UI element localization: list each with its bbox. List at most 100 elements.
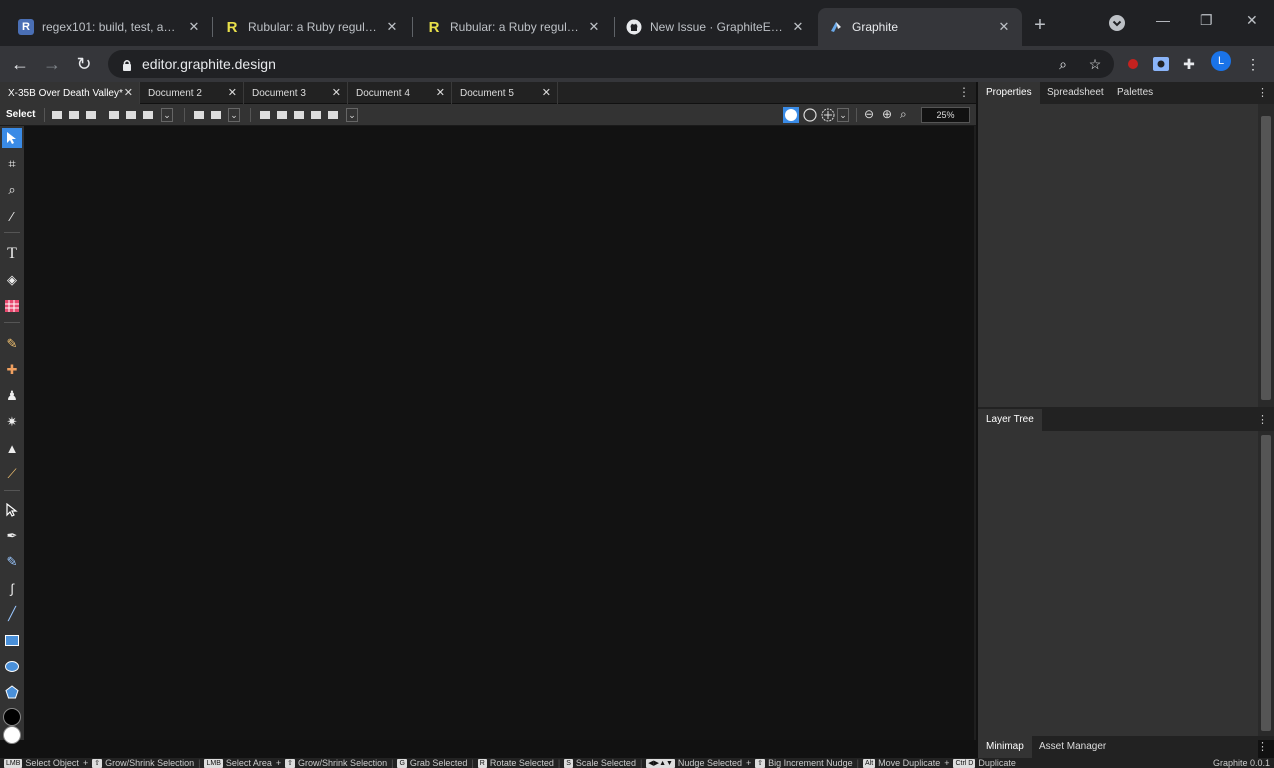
clone-tool-icon[interactable]: ♟	[2, 386, 22, 406]
rectangle-tool-icon[interactable]	[2, 630, 22, 650]
document-tab-5[interactable]: Document 5 ✕	[452, 82, 558, 104]
select-tool-icon[interactable]	[2, 128, 22, 148]
properties-scrollbar[interactable]	[1258, 104, 1274, 407]
document-tab-4[interactable]: Document 4 ✕	[348, 82, 452, 104]
tab-properties[interactable]: Properties	[978, 82, 1040, 104]
zoom-reset-icon[interactable]: ⌕	[900, 107, 907, 122]
gradient-tool-icon[interactable]	[2, 296, 22, 316]
primary-color-swatch[interactable]	[3, 708, 21, 726]
address-bar[interactable]: editor.graphite.design	[108, 50, 1114, 78]
document-tab-2[interactable]: Document 2 ✕	[140, 82, 244, 104]
close-icon[interactable]: ✕	[124, 86, 133, 99]
reload-icon[interactable]: ↻	[72, 52, 96, 76]
zoom-page-icon[interactable]: ⌕	[1054, 55, 1072, 73]
document-canvas[interactable]	[24, 126, 976, 740]
zoom-out-icon[interactable]: ⊖	[864, 107, 874, 121]
flip-horizontal-icon[interactable]	[192, 108, 206, 122]
fill-tool-icon[interactable]: ◈	[2, 270, 22, 290]
scrollbar-thumb[interactable]	[1261, 116, 1271, 400]
more-options-icon[interactable]: ⋮	[1257, 86, 1268, 99]
secondary-color-swatch[interactable]	[3, 726, 21, 744]
pen-tool-icon[interactable]: ✒	[2, 526, 22, 546]
window-close-icon[interactable]: ✕	[1246, 12, 1258, 29]
document-tab-3[interactable]: Document 3 ✕	[244, 82, 348, 104]
shape-tool-icon[interactable]	[2, 682, 22, 702]
view-mode-normal-icon[interactable]	[783, 107, 799, 123]
freehand-tool-icon[interactable]: ✎	[2, 552, 22, 572]
browser-tab-rubular-2[interactable]: R Rubular: a Ruby regular expression edi…	[416, 8, 612, 46]
hint-text: Select Area	[225, 758, 272, 768]
close-icon[interactable]: ✕	[384, 19, 400, 35]
screen-capture-extension-icon[interactable]	[1152, 55, 1170, 73]
path-tool-icon[interactable]	[2, 500, 22, 520]
browser-tab-github[interactable]: New Issue · GraphiteEditor/Graphite ✕	[616, 8, 816, 46]
bookmark-star-icon[interactable]: ☆	[1086, 55, 1104, 73]
align-top-icon[interactable]	[107, 108, 121, 122]
crop-tool-icon[interactable]: ⌗	[2, 154, 22, 174]
tab-spreadsheet[interactable]: Spreadsheet	[1039, 82, 1112, 104]
align-left-icon[interactable]	[50, 108, 64, 122]
close-icon[interactable]: ✕	[332, 86, 341, 99]
view-mode-pixels-icon[interactable]	[820, 107, 836, 123]
relight-tool-icon[interactable]: ⟋	[2, 464, 22, 484]
flip-dropdown-icon[interactable]: ⌄	[228, 108, 240, 122]
boolean-subtract-front-icon[interactable]	[275, 108, 289, 122]
align-horizontal-center-icon[interactable]	[67, 108, 81, 122]
back-icon[interactable]: ←	[8, 52, 32, 76]
browser-tab-rubular-1[interactable]: R Rubular: a Ruby regular expression edi…	[214, 8, 410, 46]
more-options-icon[interactable]: ⋮	[1257, 413, 1268, 426]
record-extension-icon[interactable]	[1124, 55, 1142, 73]
extensions-puzzle-icon[interactable]: ✚	[1180, 55, 1198, 73]
eyedropper-tool-icon[interactable]: ⁄	[2, 206, 22, 226]
new-tab-button[interactable]: +	[1028, 14, 1052, 38]
text-tool-icon[interactable]: T	[2, 244, 22, 264]
align-vertical-center-icon[interactable]	[124, 108, 138, 122]
boolean-union-icon[interactable]	[258, 108, 272, 122]
brush-tool-icon[interactable]: ✎	[2, 334, 22, 354]
canvas-scrollbar[interactable]	[974, 126, 976, 740]
boolean-difference-icon[interactable]	[326, 108, 340, 122]
flip-vertical-icon[interactable]	[209, 108, 223, 122]
profile-avatar[interactable]: L	[1211, 51, 1231, 71]
minimize-icon[interactable]: —	[1156, 12, 1170, 28]
align-bottom-icon[interactable]	[141, 108, 155, 122]
close-icon[interactable]: ✕	[228, 86, 237, 99]
scrollbar-thumb[interactable]	[1261, 435, 1271, 731]
boolean-intersect-icon[interactable]	[309, 108, 323, 122]
boolean-dropdown-icon[interactable]: ⌄	[346, 108, 358, 122]
ellipse-tool-icon[interactable]	[2, 656, 22, 676]
close-icon[interactable]: ✕	[186, 19, 202, 35]
more-options-icon[interactable]: ⋮	[958, 85, 970, 99]
align-right-icon[interactable]	[84, 108, 98, 122]
browser-menu-icon[interactable]: ⋮	[1244, 55, 1262, 73]
tab-search-icon[interactable]	[1108, 14, 1126, 35]
view-mode-outline-icon[interactable]	[802, 107, 818, 123]
restore-icon[interactable]: ❐	[1200, 12, 1213, 29]
zoom-level-input[interactable]: 25%	[921, 107, 970, 123]
boolean-subtract-back-icon[interactable]	[292, 108, 306, 122]
close-icon[interactable]: ✕	[542, 86, 551, 99]
browser-tab-graphite[interactable]: Graphite ✕	[818, 8, 1022, 46]
line-tool-icon[interactable]: ╱	[2, 604, 22, 624]
document-tab-1[interactable]: X-35B Over Death Valley* ✕	[0, 82, 140, 104]
forward-icon[interactable]: →	[40, 52, 64, 76]
tab-layer-tree[interactable]: Layer Tree	[978, 409, 1042, 431]
heal-tool-icon[interactable]: ✚	[2, 360, 22, 380]
more-options-icon[interactable]: ⋮	[1257, 740, 1268, 753]
spline-tool-icon[interactable]: ∫	[2, 578, 22, 598]
patch-tool-icon[interactable]: ✷	[2, 412, 22, 432]
tab-asset-manager[interactable]: Asset Manager	[1031, 736, 1114, 758]
tab-minimap[interactable]: Minimap	[978, 736, 1032, 758]
navigate-tool-icon[interactable]: ⌕	[2, 180, 22, 200]
close-icon[interactable]: ✕	[790, 19, 806, 35]
close-icon[interactable]: ✕	[586, 19, 602, 35]
layer-tree-scrollbar[interactable]	[1258, 431, 1274, 736]
zoom-in-icon[interactable]: ⊕	[882, 107, 892, 121]
close-icon[interactable]: ✕	[436, 86, 445, 99]
align-dropdown-icon[interactable]: ⌄	[161, 108, 173, 122]
browser-tab-regex101[interactable]: R regex101: build, test, and debug regex…	[8, 8, 212, 46]
view-mode-dropdown-icon[interactable]: ⌄	[837, 108, 849, 122]
blur-sharpen-tool-icon[interactable]: ▲	[2, 438, 22, 458]
close-icon[interactable]: ✕	[996, 19, 1012, 35]
tab-palettes[interactable]: Palettes	[1109, 82, 1161, 104]
